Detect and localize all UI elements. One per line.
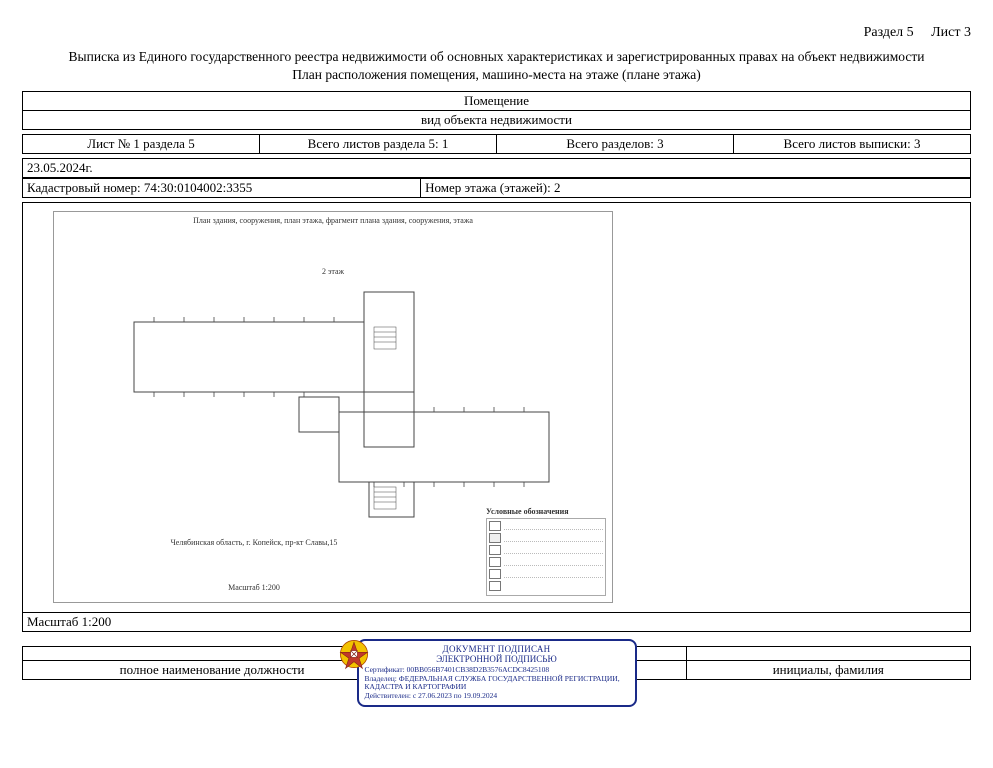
plan-floor-label: 2 этаж xyxy=(54,267,612,276)
object-table: Помещение вид объекта недвижимости xyxy=(22,91,971,130)
sign-owner: Владелец: ФЕДЕРАЛЬНАЯ СЛУЖБА ГОСУДАРСТВЕ… xyxy=(365,675,629,692)
plan-legend: Условные обозначения xyxy=(486,507,606,596)
object-row-1: Помещение xyxy=(23,92,971,111)
plan-inner: План здания, сооружения, план этажа, фра… xyxy=(53,211,613,603)
counts-c1: Лист № 1 раздела 5 xyxy=(23,135,260,154)
legend-title: Условные обозначения xyxy=(486,507,606,516)
scale-row: Масштаб 1:200 xyxy=(23,613,971,632)
cadastral-table: Кадастровый номер: 74:30:0104002:3355 Но… xyxy=(22,178,971,198)
sign-head2: ЭЛЕКТРОННОЙ ПОДПИСЬЮ xyxy=(365,654,629,664)
plan-scale-small: Масштаб 1:200 xyxy=(54,583,454,592)
counts-c3: Всего разделов: 3 xyxy=(497,135,734,154)
sheet-label: Лист 3 xyxy=(931,25,971,40)
plan-caption: План здания, сооружения, план этажа, фра… xyxy=(54,216,612,225)
date-table: 23.05.2024г. xyxy=(22,158,971,178)
date-cell: 23.05.2024г. xyxy=(23,159,971,178)
emblem-icon xyxy=(337,637,371,671)
sign-valid: Действителен: с 27.06.2023 по 19.09.2024 xyxy=(365,692,629,701)
floor-number: Номер этажа (этажей): 2 xyxy=(421,179,971,198)
footer-right: инициалы, фамилия xyxy=(686,661,970,680)
header-section-sheet: Раздел 5 Лист 3 xyxy=(22,25,971,41)
object-row-2: вид объекта недвижимости xyxy=(23,111,971,130)
cadastral-number: Кадастровый номер: 74:30:0104002:3355 xyxy=(23,179,421,198)
counts-table: Лист № 1 раздела 5 Всего листов раздела … xyxy=(22,134,971,154)
sign-head1: ДОКУМЕНТ ПОДПИСАН xyxy=(365,644,629,654)
floorplan-drawing xyxy=(84,282,574,542)
counts-c4: Всего листов выписки: 3 xyxy=(734,135,971,154)
plan-address: Челябинская область, г. Копейск, пр-кт С… xyxy=(54,538,454,547)
section-label: Раздел 5 xyxy=(864,25,914,40)
signature-stamp: ДОКУМЕНТ ПОДПИСАН ЭЛЕКТРОННОЙ ПОДПИСЬЮ С… xyxy=(357,639,637,707)
title-main: Выписка из Единого государственного реес… xyxy=(22,49,971,65)
title-sub: План расположения помещения, машино-мест… xyxy=(22,67,971,83)
counts-c2: Всего листов раздела 5: 1 xyxy=(260,135,497,154)
legend-box xyxy=(486,518,606,596)
plan-table: План здания, сооружения, план этажа, фра… xyxy=(22,202,971,632)
plan-cell: План здания, сооружения, план этажа, фра… xyxy=(23,203,971,613)
